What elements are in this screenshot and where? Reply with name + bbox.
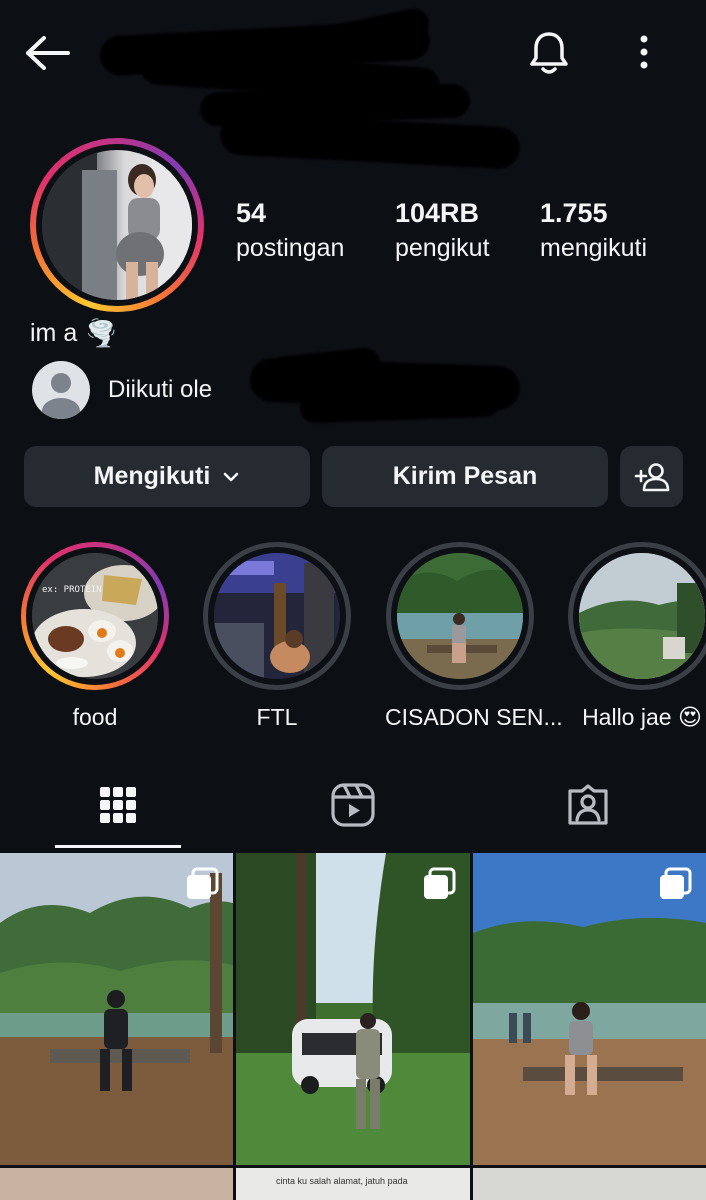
highlight-ftl-image [214, 553, 340, 679]
highlight-hallo-jae-image [579, 553, 705, 679]
tab-grid[interactable] [0, 760, 235, 850]
post-tile[interactable]: cinta ku salah alamat, jatuh pada [236, 1168, 470, 1200]
highlight-food[interactable]: ex: PROTEIN food [20, 542, 170, 731]
chevron-down-icon [224, 472, 239, 481]
posts-count: 54 [236, 198, 267, 228]
message-button-label: Kirim Pesan [392, 462, 538, 490]
multiple-photos-icon [424, 867, 456, 899]
post-tile[interactable] [0, 1168, 233, 1200]
stat-followers[interactable]: 104RB pengikut [395, 196, 490, 266]
highlight-cisadon-image [397, 553, 523, 679]
highlight-label: FTL [256, 704, 298, 730]
highlight-hallo-jae[interactable]: Hallo jae 😍 [567, 542, 706, 731]
tagged-user-icon [567, 784, 608, 825]
following-button[interactable]: Mengikuti [24, 446, 310, 507]
top-bar [0, 0, 706, 170]
followed-by-text: Diikuti ole [108, 376, 213, 403]
highlight-label: CISADON SEN... [385, 704, 563, 730]
post-caption-text: cinta ku salah alamat, jatuh pada [276, 1176, 408, 1186]
highlight-food-text: ex: PROTEIN [42, 585, 102, 595]
tab-tagged[interactable] [470, 760, 705, 850]
post-tile[interactable] [473, 853, 706, 1165]
mutual-follower-avatar [32, 361, 90, 419]
posts-grid: cinta ku salah alamat, jatuh pada [0, 853, 706, 1200]
grid-icon [99, 787, 136, 823]
highlight-label: Hallo jae 😍 [582, 704, 702, 730]
highlight-food-image: ex: PROTEIN [32, 553, 158, 679]
posts-label: postingan [236, 234, 345, 262]
bio-text: im a [30, 319, 78, 347]
highlight-ftl[interactable]: FTL [202, 542, 352, 731]
profile-tabs [0, 760, 706, 852]
stat-posts[interactable]: 54 postingan [236, 196, 344, 266]
suggest-users-button[interactable] [620, 446, 683, 507]
active-tab-indicator [55, 845, 181, 848]
profile-stats: 54 postingan 104RB pengikut 1.755 mengik… [0, 196, 706, 276]
followers-label: pengikut [395, 234, 490, 262]
highlight-label: food [72, 704, 118, 730]
multiple-photos-icon [660, 867, 692, 899]
more-vertical-icon [640, 35, 648, 69]
add-person-icon [634, 462, 669, 491]
post-tile[interactable] [236, 853, 470, 1165]
profile-bio: im a 🌪️ [30, 318, 118, 349]
profile-screen: 54 postingan 104RB pengikut 1.755 mengik… [0, 0, 706, 1200]
reels-icon [330, 783, 375, 827]
post-tile[interactable] [473, 1168, 706, 1200]
following-button-label: Mengikuti [93, 462, 211, 490]
multiple-photos-icon [187, 867, 219, 899]
tornado-emoji: 🌪️ [85, 318, 118, 348]
message-button[interactable]: Kirim Pesan [322, 446, 608, 507]
following-count: 1.755 [540, 198, 608, 228]
following-label: mengikuti [540, 234, 647, 262]
stat-following[interactable]: 1.755 mengikuti [540, 196, 647, 266]
arrow-left-icon [26, 36, 70, 70]
highlight-cisadon[interactable]: CISADON SEN... [385, 542, 563, 731]
notification-button[interactable] [524, 26, 574, 80]
bell-icon [530, 32, 568, 74]
followers-count: 104RB [395, 198, 480, 228]
post-tile[interactable] [0, 853, 233, 1165]
tab-reels[interactable] [235, 760, 470, 850]
back-button[interactable] [22, 30, 72, 76]
more-options-button[interactable] [624, 28, 664, 76]
followed-by-row[interactable]: Diikuti ole [32, 361, 213, 419]
